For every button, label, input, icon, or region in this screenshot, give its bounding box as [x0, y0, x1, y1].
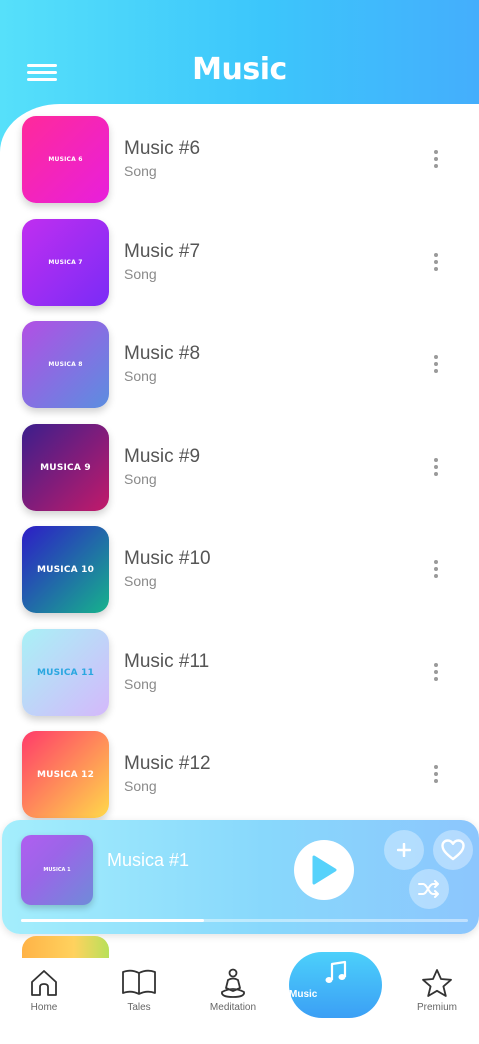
now-playing-bar[interactable]: MUSICA 1 Musica #1	[2, 820, 479, 934]
progress-bar[interactable]	[21, 919, 468, 922]
song-subtitle: Song	[124, 676, 157, 692]
song-title: Music #7	[124, 241, 201, 262]
nav-meditation[interactable]: Meditation	[193, 958, 273, 1028]
song-art-label: MUSICA 8	[48, 361, 83, 368]
more-options-icon[interactable]	[430, 663, 442, 683]
song-row[interactable]: MUSICA 7 Music #7 Song	[0, 219, 479, 309]
song-title: Music #12	[124, 753, 211, 774]
song-subtitle: Song	[124, 368, 157, 384]
nav-music[interactable]: Music	[289, 952, 382, 1018]
song-artwork: MUSICA 10	[22, 526, 109, 613]
progress-fill	[21, 919, 205, 922]
music-note-icon	[325, 960, 346, 983]
song-art-label: MUSICA 6	[48, 156, 83, 163]
plus-icon	[397, 843, 411, 857]
song-row[interactable]: MUSICA 9 Music #9 Song	[0, 424, 479, 514]
more-options-icon[interactable]	[430, 253, 442, 273]
song-subtitle: Song	[124, 266, 157, 282]
nav-premium[interactable]: Premium	[397, 958, 477, 1028]
song-artwork: MUSICA 8	[22, 321, 109, 408]
song-subtitle: Song	[124, 471, 157, 487]
more-options-icon[interactable]	[430, 560, 442, 580]
song-artwork: MUSICA 6	[22, 116, 109, 203]
nav-tales[interactable]: Tales	[99, 958, 179, 1028]
now-playing-artwork: MUSICA 1	[21, 835, 93, 905]
nav-home[interactable]: Home	[4, 958, 84, 1028]
more-options-icon[interactable]	[430, 458, 442, 478]
song-art-label: MUSICA 12	[36, 769, 95, 780]
song-row[interactable]: MUSICA 6 Music #6 Song	[0, 116, 479, 206]
nav-label-meditation: Meditation	[209, 1002, 257, 1013]
song-artwork: MUSICA 11	[22, 629, 109, 716]
book-icon	[122, 969, 156, 995]
song-art-label: MUSICA 10	[36, 564, 95, 575]
song-artwork: MUSICA 12	[22, 731, 109, 818]
song-title: Music #9	[124, 446, 201, 467]
song-subtitle: Song	[124, 573, 157, 589]
song-title: Music #8	[124, 343, 201, 364]
play-button[interactable]	[294, 840, 354, 900]
song-art-label: MUSICA 11	[36, 667, 95, 678]
song-title: Music #11	[124, 651, 210, 672]
page-title: Music	[192, 52, 287, 87]
nav-label-premium: Premium	[416, 1002, 457, 1013]
now-playing-art-label: MUSICA 1	[43, 867, 71, 873]
song-art-label: MUSICA 9	[40, 462, 91, 473]
song-artwork: MUSICA 9	[22, 424, 109, 511]
song-row[interactable]: MUSICA 11 Music #11 Song	[0, 629, 479, 719]
song-artwork: MUSICA 7	[22, 219, 109, 306]
play-icon	[312, 855, 337, 885]
song-title: Music #10	[124, 548, 211, 569]
song-row[interactable]: MUSICA 12 Music #12 Song	[0, 731, 479, 821]
more-options-icon[interactable]	[430, 150, 442, 170]
shuffle-button[interactable]	[409, 869, 449, 909]
nav-label-home: Home	[30, 1002, 58, 1013]
heart-icon	[441, 839, 465, 861]
nav-label-music: Music	[289, 989, 318, 1000]
song-row[interactable]: MUSICA 8 Music #8 Song	[0, 321, 479, 411]
song-art-label: MUSICA 7	[48, 259, 83, 266]
favorite-button[interactable]	[433, 830, 473, 870]
more-options-icon[interactable]	[430, 355, 442, 375]
nav-label-tales: Tales	[127, 1002, 151, 1013]
home-icon	[31, 970, 57, 996]
song-subtitle: Song	[124, 163, 157, 179]
shuffle-icon	[418, 880, 439, 898]
bottom-nav: Home Tales Meditation Music Premium	[0, 952, 479, 1044]
more-options-icon[interactable]	[430, 765, 442, 785]
now-playing-title: Musica #1	[107, 850, 190, 870]
song-row[interactable]: MUSICA 10 Music #10 Song	[0, 526, 479, 616]
song-subtitle: Song	[124, 778, 157, 794]
song-title: Music #6	[124, 138, 201, 159]
add-button[interactable]	[384, 830, 424, 870]
star-icon	[422, 969, 452, 997]
meditation-icon	[221, 968, 245, 998]
